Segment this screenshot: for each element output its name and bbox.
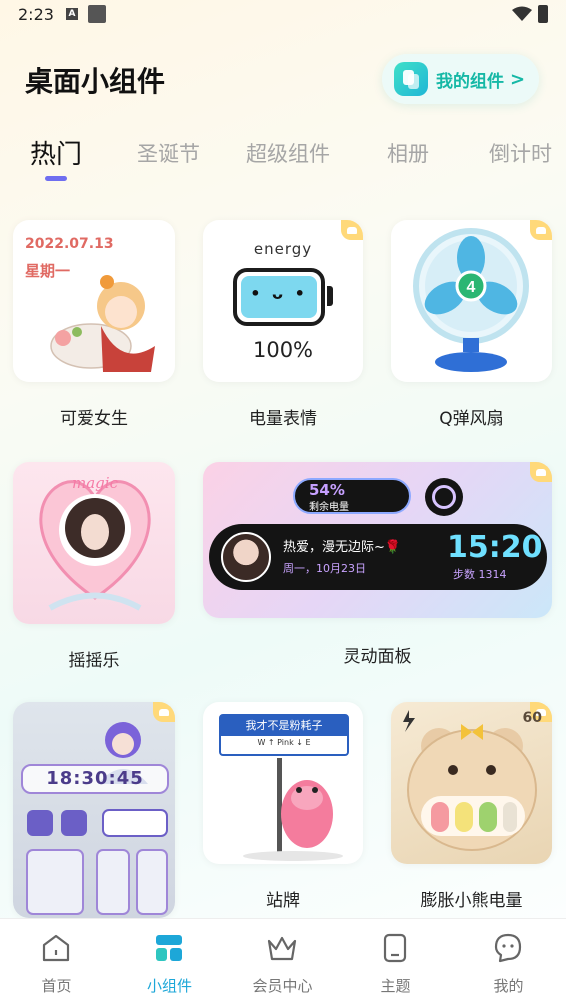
app-icons-grid-icon bbox=[26, 809, 168, 915]
widget-card-battery-face[interactable]: energy • ᴗ • 100% bbox=[203, 220, 363, 382]
battery-percent: 54% bbox=[309, 481, 345, 499]
tab-countdown[interactable]: 倒计时 bbox=[489, 138, 552, 168]
nav-widgets[interactable]: 小组件 bbox=[113, 919, 226, 1008]
swing-frame-icon: magic bbox=[39, 474, 151, 611]
nav-theme[interactable]: 主题 bbox=[339, 919, 452, 1008]
bottom-nav: 首页 小组件 会员中心 主题 我的 bbox=[0, 918, 566, 1008]
wifi-icon bbox=[512, 6, 532, 21]
nav-label: 我的 bbox=[493, 977, 524, 995]
status-bar: 2:23 A bbox=[0, 0, 566, 30]
widget-label: Q弹风扇 bbox=[439, 409, 504, 429]
app-header: 桌面小组件 我的组件 > bbox=[0, 50, 566, 110]
lock-time: 18:30:45 bbox=[21, 764, 169, 794]
nav-label: 首页 bbox=[41, 977, 72, 995]
widget-card-bus-sign[interactable]: 我才不是粉耗子 W ↑ Pink ↓ E bbox=[203, 702, 363, 864]
nav-vip-center[interactable]: 会员中心 bbox=[226, 919, 339, 1008]
tab-hot[interactable]: 热门 bbox=[30, 134, 82, 171]
my-widgets-icon bbox=[394, 62, 428, 96]
theme-icon bbox=[383, 933, 407, 963]
battery-face-icon: • ᴗ • bbox=[233, 268, 325, 326]
sign-subtitle: W ↑ Pink ↓ E bbox=[257, 738, 311, 747]
status-time: 2:23 bbox=[18, 5, 54, 24]
battery-tip bbox=[327, 286, 333, 306]
nav-label: 主题 bbox=[380, 977, 411, 995]
island-time: 15:20 bbox=[447, 530, 543, 565]
nav-home[interactable]: 首页 bbox=[0, 919, 113, 1008]
crown-icon bbox=[267, 936, 297, 961]
notification-square-icon bbox=[88, 5, 106, 23]
battery-pill: 54% 剩余电量 bbox=[293, 478, 411, 514]
tab-super-widgets[interactable]: 超级组件 bbox=[246, 138, 330, 168]
category-tabs: 热门 圣诞节 超级组件 相册 倒计时 bbox=[0, 132, 566, 192]
battery-remaining-label: 剩余电量 bbox=[309, 502, 349, 513]
fan-icon: 4 bbox=[413, 228, 529, 372]
fan-level: 4 bbox=[467, 279, 476, 296]
vip-crown-icon bbox=[530, 462, 552, 482]
vip-crown-icon bbox=[530, 220, 552, 240]
tab-indicator bbox=[45, 176, 67, 181]
widget-label: 电量表情 bbox=[249, 409, 317, 429]
widget-label: 膨胀小熊电量 bbox=[420, 891, 523, 911]
nav-label: 会员中心 bbox=[252, 977, 313, 995]
battery-percent: 100% bbox=[252, 338, 314, 362]
avatar bbox=[221, 532, 271, 582]
island-message: 热爱，漫无边际~🌹 bbox=[283, 540, 402, 555]
widget-date: 2022.07.13 bbox=[25, 236, 114, 252]
magic-text: magic bbox=[72, 474, 119, 492]
nav-profile[interactable]: 我的 bbox=[452, 919, 565, 1008]
widgets-icon bbox=[156, 935, 182, 961]
sign-title: 我才不是粉耗子 bbox=[221, 716, 347, 736]
widget-label: 摇摇乐 bbox=[68, 651, 120, 671]
profile-icon bbox=[494, 933, 522, 963]
sign-board: 我才不是粉耗子 W ↑ Pink ↓ E bbox=[219, 714, 349, 756]
home-icon bbox=[42, 934, 70, 962]
ring-icon bbox=[425, 478, 463, 516]
widget-label: 可爱女生 bbox=[60, 409, 128, 429]
widget-card-fan[interactable]: 4 bbox=[391, 220, 552, 382]
energy-label: energy bbox=[253, 240, 313, 258]
dynamic-island-bar: 热爱，漫无边际~🌹 周一，10月23日 15:20 步数 1314 bbox=[209, 524, 547, 590]
tab-christmas[interactable]: 圣诞节 bbox=[137, 138, 200, 168]
widget-card-cute-girl[interactable]: 2022.07.13 星期一 bbox=[13, 220, 175, 382]
widget-label: 灵动面板 bbox=[343, 647, 412, 667]
notification-a-icon: A bbox=[66, 8, 78, 20]
tab-album[interactable]: 相册 bbox=[387, 138, 429, 168]
my-widgets-label: 我的组件 bbox=[436, 71, 504, 92]
widget-card-dynamic-island[interactable]: 54% 剩余电量 热爱，漫无边际~🌹 周一，10月23日 15:20 步数 13… bbox=[203, 462, 552, 618]
page-title: 桌面小组件 bbox=[25, 65, 166, 98]
bear-battery-icon bbox=[403, 710, 537, 851]
vip-crown-icon bbox=[341, 220, 363, 240]
battery-face: • ᴗ • bbox=[250, 284, 308, 303]
girl-illustration-icon bbox=[50, 275, 155, 372]
pink-beaver-icon bbox=[243, 758, 343, 861]
widget-card-swing[interactable]: magic bbox=[13, 462, 175, 624]
widget-card-lockscreen[interactable]: 18:30:45 bbox=[13, 702, 175, 918]
chevron-right-icon: > bbox=[510, 68, 526, 90]
island-date: 周一，10月23日 bbox=[283, 562, 366, 575]
nav-label: 小组件 bbox=[146, 977, 192, 995]
island-steps: 步数 1314 bbox=[453, 568, 507, 581]
battery-icon bbox=[538, 5, 548, 23]
my-widgets-button[interactable]: 我的组件 > bbox=[382, 54, 539, 104]
widget-label: 站牌 bbox=[266, 891, 300, 911]
widget-card-bear[interactable]: 60 bbox=[391, 702, 552, 864]
